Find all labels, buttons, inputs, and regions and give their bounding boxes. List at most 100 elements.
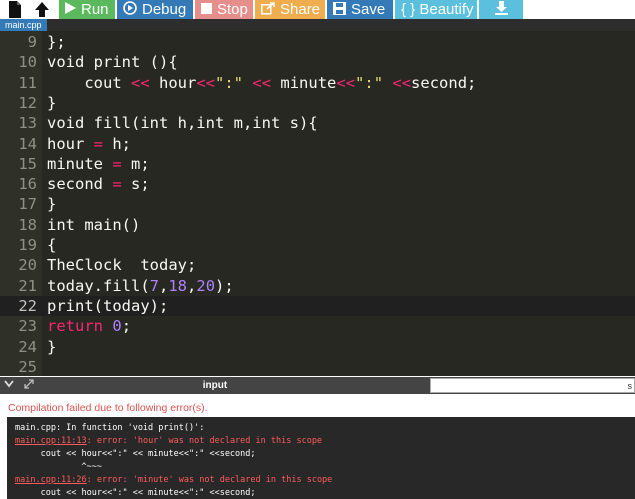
code-line[interactable]: 25 (0, 357, 635, 376)
code-line[interactable]: 16 second = s; (0, 174, 635, 194)
error-location-link[interactable]: main.cpp:11:26 (15, 475, 87, 485)
code-token: = (112, 154, 122, 173)
code-token: = (112, 175, 122, 194)
code-token: 7 (149, 276, 159, 295)
code-token: today.fill( (47, 276, 150, 295)
error-location-link[interactable]: main.cpp:11:13 (15, 436, 87, 446)
panel-controls (4, 377, 34, 394)
share-icon (261, 1, 275, 18)
line-number: 25 (18, 357, 37, 376)
code-token: << (252, 73, 272, 92)
code-editor[interactable]: 9}; 10 void print (){11 cout << hour<<":" … (0, 31, 635, 376)
stop-icon (201, 2, 212, 17)
code-line[interactable]: 13 void fill(int h,int m,int s){ (0, 113, 635, 133)
code-line[interactable]: 20 TheClock today; (0, 255, 635, 275)
code-line[interactable]: 22 print(today); (0, 295, 635, 316)
code-token: minute (47, 154, 113, 173)
code-token: << (131, 73, 150, 92)
save-icon (333, 1, 346, 18)
line-number: 17 (18, 195, 37, 214)
code-text: void fill(int h,int m,int s){ (47, 113, 318, 133)
toolbar-left-icons (0, 0, 57, 19)
chevron-down-icon[interactable] (4, 380, 14, 391)
expand-icon[interactable] (24, 379, 34, 392)
code-text: minute = m; (47, 154, 150, 174)
run-button[interactable]: Run (59, 0, 115, 19)
code-text: int main() (47, 215, 140, 235)
file-tab-strip: main.cpp (0, 19, 635, 31)
code-token: cout (47, 73, 131, 92)
code-line[interactable]: 17} (0, 194, 635, 214)
code-token: , (187, 276, 197, 295)
code-token: ":" (355, 73, 384, 92)
code-line[interactable]: 12} (0, 93, 635, 113)
code-token: , (159, 276, 169, 295)
code-token: TheClock today; (47, 256, 197, 275)
code-line[interactable]: 15 minute = m; (0, 154, 635, 174)
code-token: second (47, 175, 113, 194)
code-token: return (47, 317, 103, 336)
line-number: 23 (18, 317, 37, 336)
code-text: void print (){ (47, 52, 178, 72)
code-line[interactable]: 23 return 0; (0, 316, 635, 336)
share-button-label: Share (280, 1, 321, 18)
file-icon[interactable] (2, 0, 28, 19)
code-token: 20 (196, 276, 216, 295)
code-token: { (47, 236, 57, 254)
code-token: << (336, 73, 356, 92)
code-text: today.fill(7,18,20); (47, 276, 234, 296)
console-line: cout << hour<<":" << minute<<":" <<secon… (15, 487, 635, 499)
share-button[interactable]: Share (255, 0, 325, 19)
code-line[interactable]: 19 { (0, 235, 635, 255)
code-line[interactable]: 14 hour = h; (0, 134, 635, 154)
line-number: 18 (18, 215, 37, 234)
io-panel-bar: input s (0, 377, 635, 394)
line-number: 19 (18, 236, 37, 254)
code-token: << (196, 73, 216, 92)
file-tab-main-cpp[interactable]: main.cpp (0, 19, 47, 31)
line-number: 13 (18, 114, 37, 133)
line-number: 24 (18, 337, 37, 356)
download-button[interactable] (479, 0, 523, 19)
code-token: ":" (215, 73, 244, 92)
code-token: void fill(int h,int m,int s){ (47, 114, 318, 133)
save-button[interactable]: Save (327, 0, 393, 19)
console-text: cout << hour<<":" << minute<<":" <<secon… (15, 488, 256, 498)
code-token: } (47, 195, 57, 214)
upload-icon[interactable] (29, 0, 55, 19)
code-line[interactable]: 10 void print (){ (0, 52, 635, 72)
code-token: s; (121, 175, 150, 194)
console-text: : error: 'minute' was not declared in th… (86, 475, 333, 485)
stop-button[interactable]: Stop (195, 0, 253, 19)
code-line[interactable]: 24} (0, 337, 635, 357)
debug-button[interactable]: Debug (117, 0, 193, 19)
code-line[interactable]: 9}; (0, 32, 635, 52)
line-number: 9 (27, 33, 37, 51)
console-line: main.cpp: In function 'void print()': (15, 422, 635, 435)
stdin-input-field[interactable]: s (430, 378, 635, 393)
code-text: cout << hour<<":" << minute<<":" <<secon… (47, 73, 476, 93)
line-number: 15 (18, 154, 37, 173)
code-token: }; (47, 33, 66, 51)
console-line: main.cpp:11:13: error: 'hour' was not de… (15, 435, 635, 448)
code-token: = (93, 134, 104, 153)
code-line[interactable]: 18 int main() (0, 215, 635, 235)
code-line[interactable]: 11 cout << hour<<":" << minute<<":" <<se… (0, 73, 635, 93)
code-line[interactable]: 21 today.fill(7,18,20); (0, 276, 635, 296)
code-token: } (47, 337, 57, 356)
console-line: cout << hour<<":" << minute<<":" <<secon… (15, 448, 635, 461)
code-token: minute (271, 73, 337, 92)
play-icon (65, 2, 76, 17)
line-number: 20 (18, 256, 37, 275)
save-button-label: Save (351, 1, 386, 18)
code-token: hour (47, 134, 94, 153)
console-text: ^~~~ (15, 462, 102, 472)
beautify-button[interactable]: { } Beautify (395, 0, 477, 19)
stdin-input-value: s (627, 381, 633, 391)
output-panel: Compilation failed due to following erro… (0, 394, 635, 499)
toolbar: Run Debug Stop Share Save { } Beautify (0, 0, 635, 19)
code-text: TheClock today; (47, 255, 196, 275)
